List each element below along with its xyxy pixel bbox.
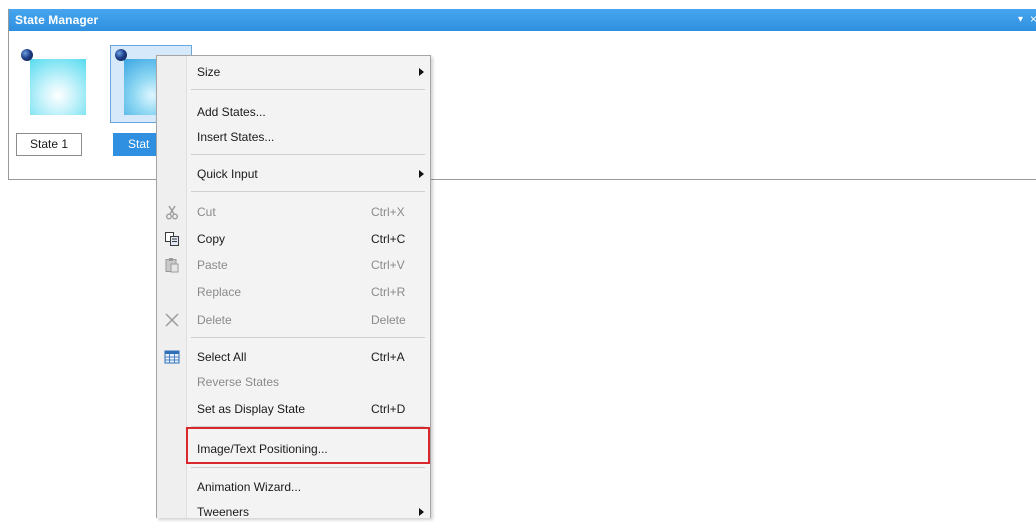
menu-item-label: Tweeners [197,505,250,519]
menu-item-label: Animation Wizard... [197,480,302,494]
menu-item-label: Reverse States [197,375,280,389]
menu-item-cut[interactable]: Cut Ctrl+X [157,200,430,225]
menu-separator [191,467,425,468]
submenu-arrow-icon [419,508,424,516]
menu-item-shortcut: Ctrl+A [371,350,405,364]
menu-item-label: Replace [197,285,242,299]
delete-x-icon [165,313,179,327]
panel-titlebar: State Manager ▾ × [9,9,1036,31]
globe-icon [21,49,33,61]
select-all-grid-icon [164,350,180,364]
menu-separator [191,154,425,155]
state-label-1[interactable]: State 1 [16,133,82,156]
menu-item-shortcut: Ctrl+X [371,205,405,219]
submenu-arrow-icon [419,170,424,178]
menu-item-add-states[interactable]: Add States... [157,100,430,125]
menu-item-label: Add States... [197,105,266,119]
menu-separator [191,337,425,338]
menu-item-label: Set as Display State [197,402,306,416]
menu-item-label: Cut [197,205,216,219]
menu-item-quick-input[interactable]: Quick Input [157,162,430,187]
menu-item-shortcut: Delete [371,313,406,327]
state-preview-image [30,59,86,115]
globe-icon [115,49,127,61]
menu-item-size[interactable]: Size [157,60,430,85]
menu-item-set-display-state[interactable]: Set as Display State Ctrl+D [157,397,430,422]
highlight-annotation-box [186,427,430,464]
state-thumbnail-1[interactable] [16,45,98,123]
menu-item-replace[interactable]: Replace Ctrl+R [157,280,430,305]
menu-item-select-all[interactable]: Select All Ctrl+A [157,345,430,370]
menu-item-shortcut: Ctrl+C [371,232,406,246]
menu-separator [191,191,425,192]
menu-item-label: Delete [197,313,232,327]
menu-item-paste[interactable]: Paste Ctrl+V [157,253,430,278]
dropdown-arrow-icon[interactable]: ▾ [1018,14,1023,25]
menu-item-copy[interactable]: Copy Ctrl+C [157,227,430,252]
scissors-icon [166,205,178,220]
menu-item-label: Quick Input [197,167,258,181]
menu-item-label: Select All [197,350,247,364]
paste-icon [165,258,179,273]
menu-item-delete[interactable]: Delete Delete [157,308,430,333]
copy-icon [165,232,179,246]
menu-item-tweeners[interactable]: Tweeners [157,500,430,525]
menu-item-label: Paste [197,258,228,272]
close-icon[interactable]: × [1030,12,1036,26]
menu-item-label: Insert States... [197,130,275,144]
menu-item-shortcut: Ctrl+V [371,258,405,272]
menu-item-insert-states[interactable]: Insert States... [157,125,430,150]
submenu-arrow-icon [419,68,424,76]
menu-item-reverse-states[interactable]: Reverse States [157,370,430,395]
menu-item-label: Copy [197,232,226,246]
state-label-2[interactable]: Stat [113,133,159,156]
menu-item-animation-wizard[interactable]: Animation Wizard... [157,475,430,500]
menu-item-shortcut: Ctrl+D [371,402,406,416]
menu-item-shortcut: Ctrl+R [371,285,406,299]
menu-item-label: Size [197,65,221,79]
panel-title: State Manager [15,13,99,27]
menu-separator [191,89,425,90]
